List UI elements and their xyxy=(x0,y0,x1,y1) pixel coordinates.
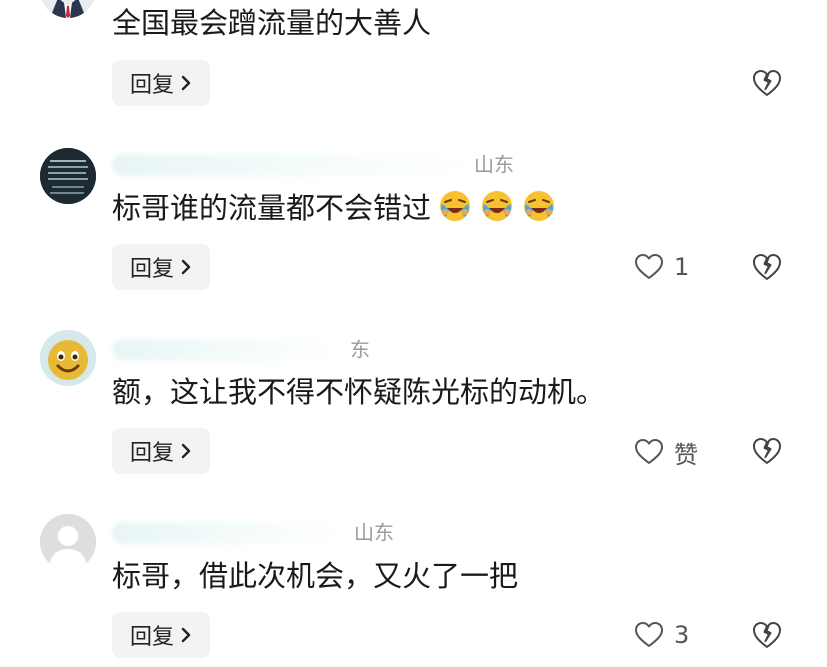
heart-outline-icon xyxy=(635,622,663,647)
comment-meta: 山东 xyxy=(112,148,514,178)
dislike-button[interactable] xyxy=(752,68,784,98)
reply-label: 回复 xyxy=(129,73,174,98)
ip-location: 山东 xyxy=(474,152,514,177)
chevron-right-icon xyxy=(181,75,191,91)
like-button[interactable]: 3 xyxy=(634,618,689,652)
avatar[interactable] xyxy=(40,514,96,570)
reply-button[interactable]: 回复 xyxy=(112,612,210,658)
comment-meta: 山东 xyxy=(112,516,394,546)
dislike-button[interactable] xyxy=(752,252,784,282)
laughing-crying-emoji-icon xyxy=(440,191,471,221)
reply-button[interactable]: 回复 xyxy=(112,60,210,106)
chevron-right-icon xyxy=(181,259,191,275)
reply-label: 回复 xyxy=(129,441,174,466)
avatar[interactable] xyxy=(40,148,96,204)
chevron-right-icon xyxy=(181,627,191,643)
like-count: 3 xyxy=(674,621,690,649)
comment-text: 额，这让我不得不怀疑陈光标的动机。 xyxy=(112,375,606,409)
username-blurred[interactable] xyxy=(112,338,340,361)
comment-meta: 东 xyxy=(112,333,370,363)
like-count: 赞 xyxy=(674,440,698,469)
chevron-right-icon xyxy=(181,443,191,459)
reply-button[interactable]: 回复 xyxy=(112,244,210,290)
dislike-button[interactable] xyxy=(752,436,784,466)
comment-text: 全国最会蹭流量的大善人 xyxy=(112,6,432,40)
laughing-crying-emoji-icon xyxy=(524,191,555,221)
laughing-crying-emoji-icon xyxy=(482,191,513,221)
comment-text-content: 标哥谁的流量都不会错过 xyxy=(112,191,432,225)
broken-heart-icon xyxy=(753,254,781,280)
username-blurred[interactable] xyxy=(112,153,464,176)
ip-location: 东 xyxy=(350,337,370,362)
comment-text: 标哥，借此次机会，又火了一把 xyxy=(112,559,519,593)
reply-button[interactable]: 回复 xyxy=(112,428,210,474)
comment-text: 标哥谁的流量都不会错过 xyxy=(112,188,557,228)
like-button[interactable]: 1 xyxy=(634,250,689,284)
avatar[interactable] xyxy=(40,330,96,386)
reply-label: 回复 xyxy=(129,625,174,650)
broken-heart-icon xyxy=(753,622,781,648)
broken-heart-icon xyxy=(753,438,781,464)
ip-location: 山东 xyxy=(354,520,394,545)
heart-outline-icon xyxy=(635,254,663,279)
username-blurred[interactable] xyxy=(112,521,344,544)
like-count: 1 xyxy=(674,253,690,281)
dislike-button[interactable] xyxy=(752,620,784,650)
reply-label: 回复 xyxy=(129,257,174,282)
broken-heart-icon xyxy=(753,70,781,96)
heart-outline-icon xyxy=(635,439,663,464)
like-button[interactable]: 赞 xyxy=(634,435,698,469)
avatar[interactable] xyxy=(40,0,96,18)
